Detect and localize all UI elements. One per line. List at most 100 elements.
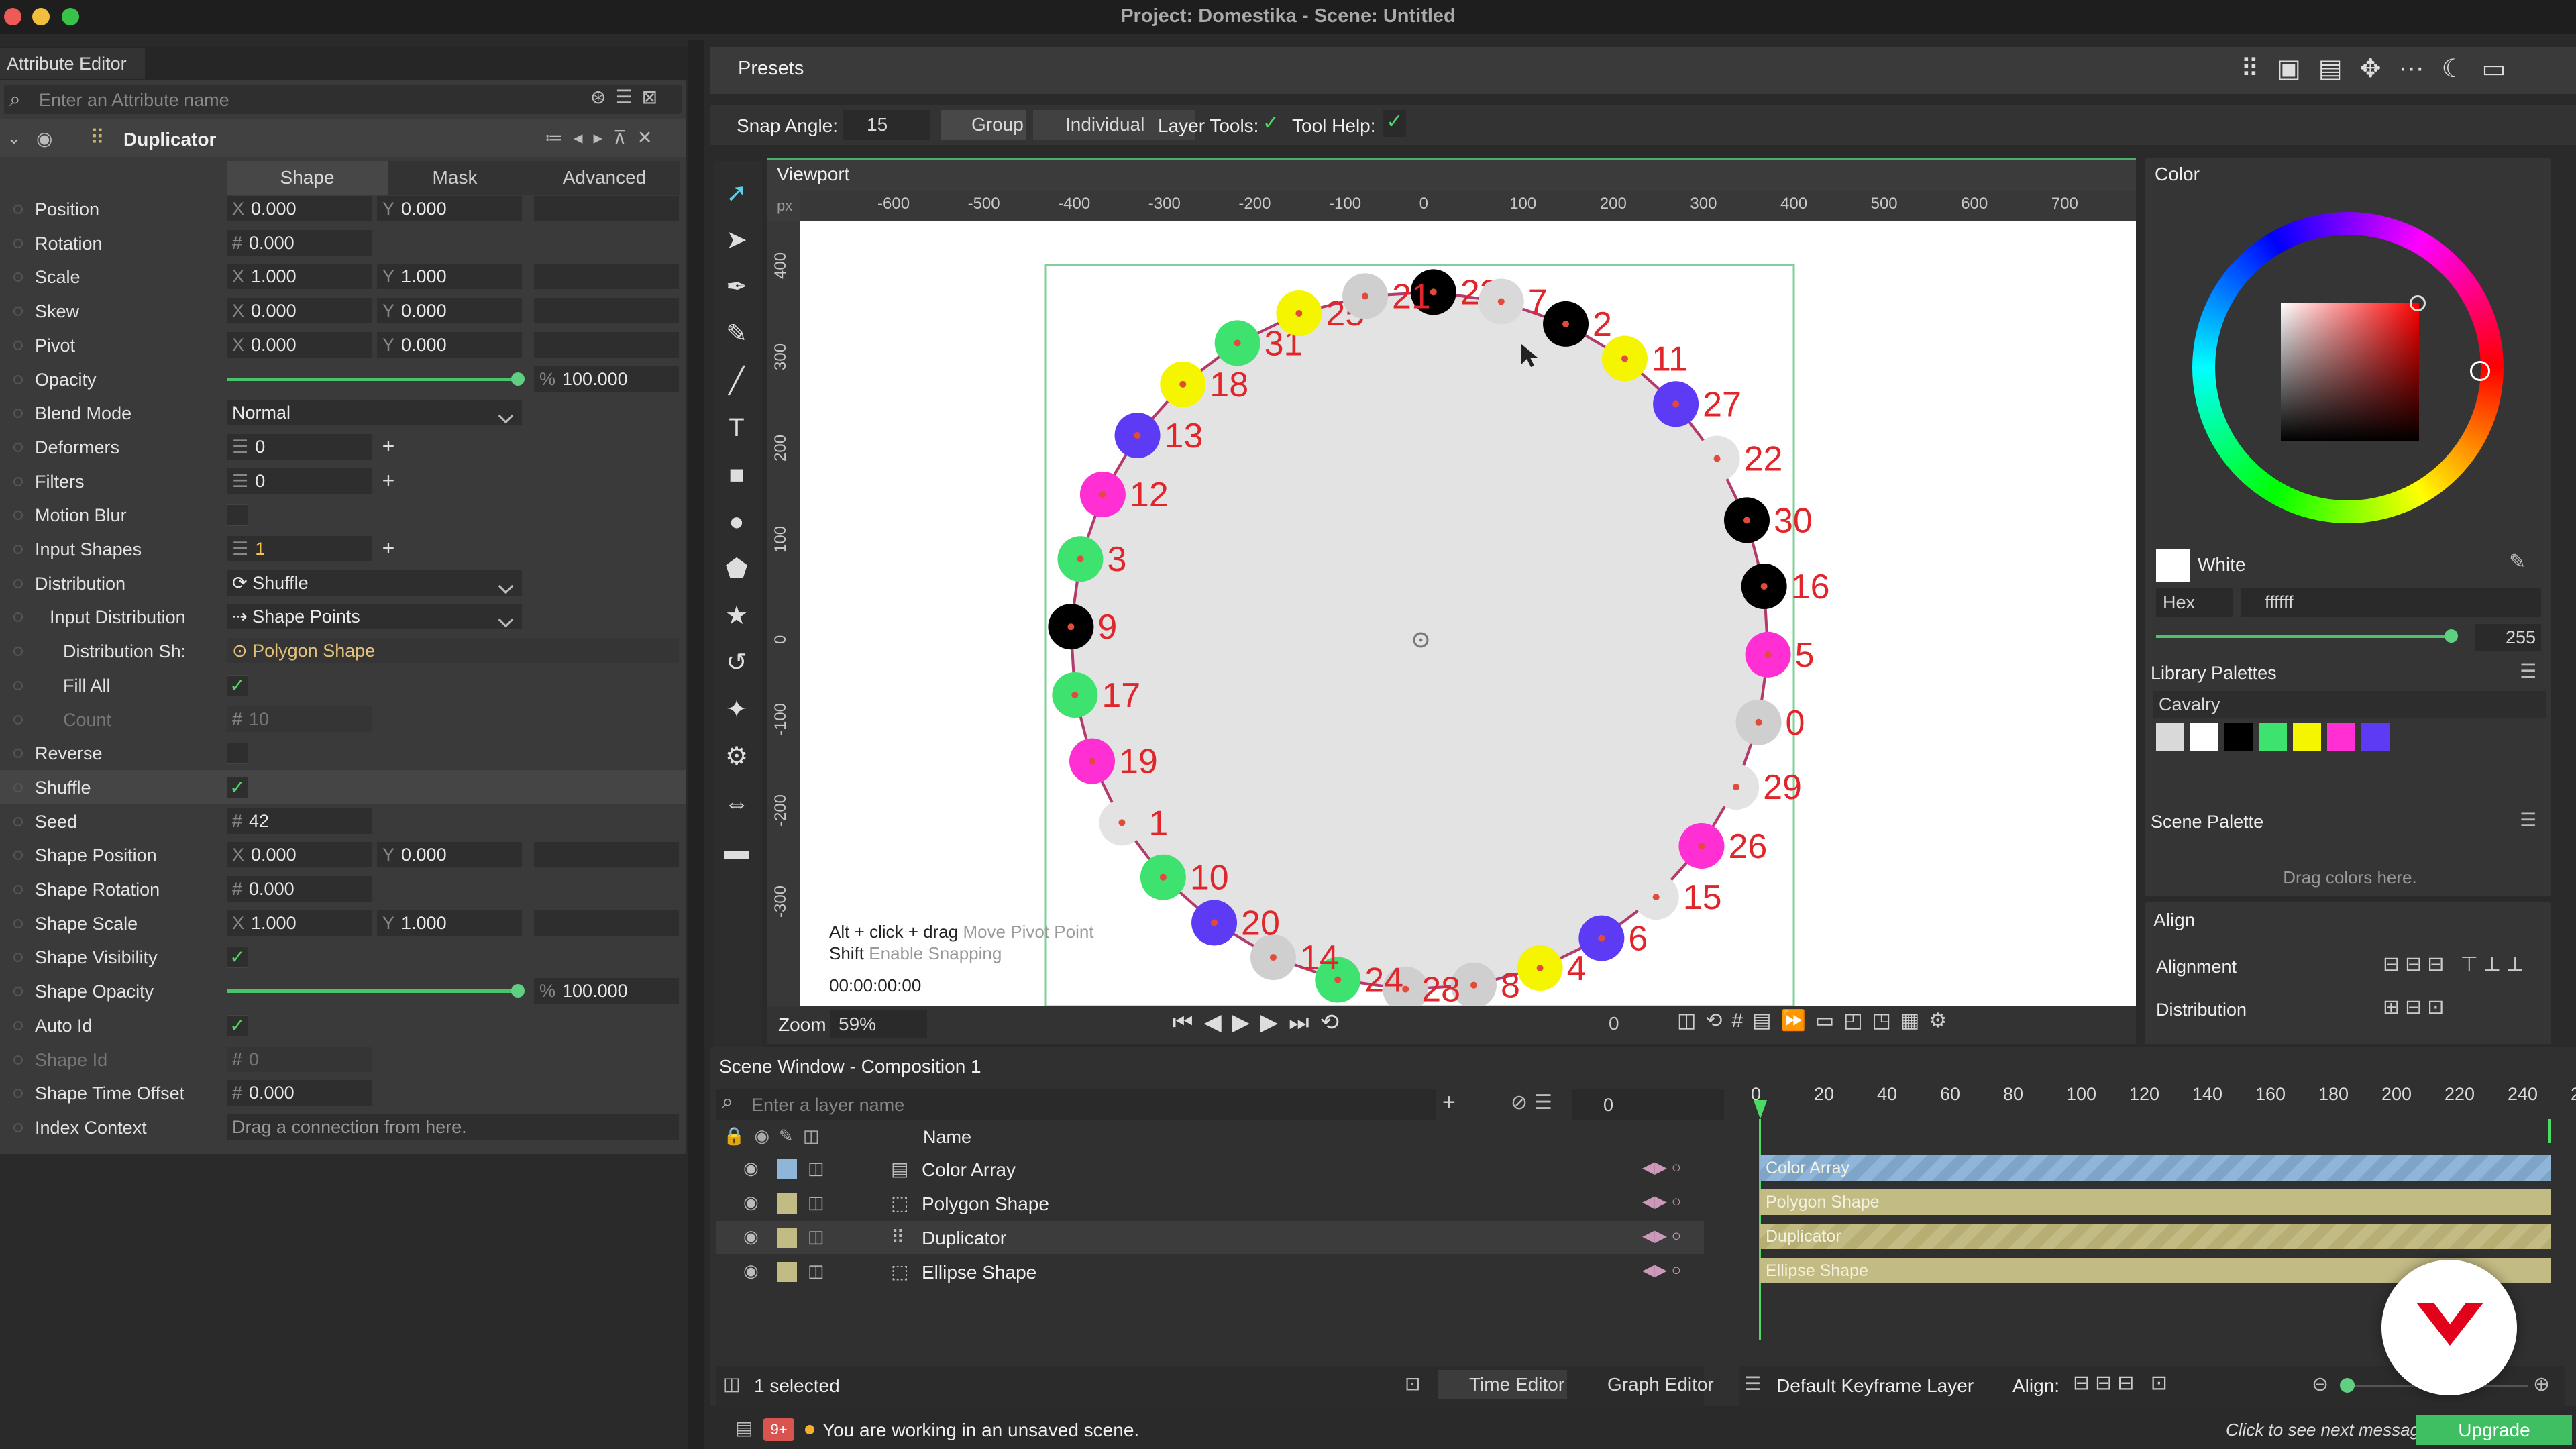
alpha-input[interactable]: 255 xyxy=(2475,624,2541,651)
star-tool-icon[interactable]: ★ xyxy=(720,600,753,632)
x-field[interactable]: X 1.000 xyxy=(227,910,372,936)
pencil-tool-icon[interactable]: ✎ xyxy=(720,318,753,350)
count-field[interactable]: ☰ 0 xyxy=(227,468,372,494)
distribution-shape-field[interactable]: ⊙ Polygon Shape xyxy=(227,638,679,664)
timeline-bar[interactable]: Polygon Shape xyxy=(1760,1189,2551,1215)
library-menu-icon[interactable]: ☰ xyxy=(2520,660,2536,682)
layer-tools-checkbox[interactable]: ✓ xyxy=(1263,111,1279,135)
y-field[interactable]: Y 0.000 xyxy=(377,298,522,324)
value-field[interactable]: #0.000 xyxy=(227,229,372,256)
checkbox[interactable]: ✓ xyxy=(227,674,248,696)
saturation-square[interactable] xyxy=(2281,303,2419,441)
keyframe-dot-icon[interactable] xyxy=(13,647,23,657)
keyframe-dot-icon[interactable] xyxy=(13,238,23,248)
playback-controls[interactable]: ⏮◀▶▶⏭⟲ xyxy=(1173,1009,1350,1036)
keyframe-dot-icon[interactable] xyxy=(13,409,23,419)
gear-tool-icon[interactable]: ⚙ xyxy=(720,741,753,773)
layer-flags-icon[interactable]: ◀▶ ○ xyxy=(1642,1226,1681,1246)
value-field[interactable]: #0.000 xyxy=(227,876,372,902)
add-icon[interactable]: + xyxy=(377,435,400,458)
layer-color-tag[interactable] xyxy=(777,1228,797,1248)
layer-row[interactable]: ◉ ◫ ▤ Color Array ◀▶ ○ xyxy=(716,1152,1704,1186)
checkbox[interactable]: ✓ xyxy=(227,776,248,798)
current-color-swatch[interactable] xyxy=(2156,549,2190,582)
layer-row[interactable]: ◉ ◫ ⬚ Polygon Shape ◀▶ ○ xyxy=(716,1187,1704,1220)
y-field[interactable]: Y 1.000 xyxy=(377,910,522,936)
keyframe-dot-icon[interactable] xyxy=(13,1122,23,1132)
y-field[interactable]: Y 0.000 xyxy=(377,331,522,358)
opacity-slider-knob[interactable] xyxy=(511,984,525,998)
line-tool-icon[interactable]: ╱ xyxy=(720,365,753,397)
add-icon[interactable]: + xyxy=(377,470,400,492)
keyframe-dot-icon[interactable] xyxy=(13,340,23,350)
tab-mask[interactable]: Mask xyxy=(388,161,522,195)
layer-header-icons[interactable]: ≔◂▸⊼✕ xyxy=(545,127,663,148)
eye-icon[interactable]: ◉ xyxy=(743,1226,759,1247)
timeline-bar[interactable]: Duplicator xyxy=(1760,1224,2551,1249)
z-field[interactable] xyxy=(534,331,679,358)
color-picker-handle[interactable] xyxy=(2410,295,2426,311)
timeline-zoom-knob[interactable] xyxy=(2340,1378,2355,1393)
keyframe-dot-icon[interactable] xyxy=(13,918,23,928)
out-point-marker[interactable] xyxy=(2548,1119,2551,1143)
rectangle-tool-icon[interactable]: ■ xyxy=(720,459,753,491)
hex-input[interactable]: ffffff xyxy=(2241,588,2541,617)
keyframe-dot-icon[interactable] xyxy=(13,307,23,317)
timeline-align-buttons[interactable]: ⊟⊟⊟ ⊡ xyxy=(2073,1371,2173,1395)
keyframe-dot-icon[interactable] xyxy=(13,511,23,521)
value-field[interactable]: #0.000 xyxy=(227,1080,372,1106)
collapse-chevron-icon[interactable]: ⌄ xyxy=(7,127,21,148)
tab-advanced[interactable]: Advanced xyxy=(534,161,675,195)
keyframe-dot-icon[interactable] xyxy=(13,953,23,963)
eye-icon[interactable]: ◉ xyxy=(743,1158,759,1179)
graph-editor-button[interactable]: Graph Editor xyxy=(1579,1370,1723,1399)
time-editor-button[interactable]: Time Editor xyxy=(1438,1370,1567,1399)
palette-swatch[interactable] xyxy=(2156,723,2184,751)
upgrade-button[interactable]: Upgrade xyxy=(2416,1415,2572,1445)
value-field[interactable]: #0 xyxy=(227,1046,372,1072)
zoom-out-icon[interactable]: ⊖ xyxy=(2312,1373,2328,1396)
next-message-link[interactable]: Click to see next message xyxy=(2226,1419,2429,1440)
zoom-select[interactable]: 59% xyxy=(830,1010,927,1038)
keyframe-dot-icon[interactable] xyxy=(13,987,23,997)
group-toggle[interactable]: Group xyxy=(941,110,1026,140)
direct-select-tool-icon[interactable]: ➤ xyxy=(720,224,753,256)
palette-swatch[interactable] xyxy=(2190,723,2218,751)
palette-swatch[interactable] xyxy=(2293,723,2321,751)
dropdown[interactable]: ⟳ Shuffle xyxy=(227,570,522,596)
alpha-slider[interactable] xyxy=(2156,635,2451,638)
keyframe-dot-icon[interactable] xyxy=(13,816,23,826)
z-field[interactable] xyxy=(534,264,679,290)
layer-row[interactable]: ◉ ◫ ⠿ Duplicator ◀▶ ○ xyxy=(716,1221,1704,1254)
keyframe-layer-label[interactable]: Default Keyframe Layer xyxy=(1776,1375,1974,1397)
layer-color-tag[interactable] xyxy=(777,1159,797,1179)
fit-icon[interactable]: ⊡ xyxy=(1405,1373,1420,1395)
checkbox[interactable]: ✓ xyxy=(227,1014,248,1036)
message-icon[interactable]: ▤ xyxy=(735,1417,753,1439)
z-field[interactable] xyxy=(534,298,679,324)
alignment-buttons[interactable]: ⊟⊟⊟ ⊤⊥⊥ xyxy=(2383,953,2529,976)
tab-attribute-editor[interactable]: Attribute Editor xyxy=(0,48,145,79)
count-field[interactable]: ☰ 1 xyxy=(227,536,372,561)
checkbox[interactable]: ✓ xyxy=(227,947,248,969)
keyframe-dot-icon[interactable] xyxy=(13,1055,23,1065)
keyframe-dot-icon[interactable] xyxy=(13,749,23,759)
ellipse-tool-icon[interactable]: ● xyxy=(720,506,753,538)
pen-tool-icon[interactable]: ✒ xyxy=(720,271,753,303)
search-options-icons[interactable]: ⊛☰⊠ xyxy=(590,86,682,113)
layer-flags-icon[interactable]: ◀▶ ○ xyxy=(1642,1260,1681,1280)
y-field[interactable]: Y 0.000 xyxy=(377,842,522,868)
keyframe-dot-icon[interactable] xyxy=(13,374,23,384)
scene-palette-drop-zone[interactable]: Drag colors here. xyxy=(2153,844,2546,891)
palette-select[interactable]: Cavalry xyxy=(2153,691,2546,718)
keyframe-dot-icon[interactable] xyxy=(13,782,23,792)
keyframe-dot-icon[interactable] xyxy=(13,714,23,724)
zoom-in-icon[interactable]: ⊕ xyxy=(2533,1373,2550,1396)
scene-filter-icons[interactable]: ⊘☰ xyxy=(1511,1091,1559,1114)
x-field[interactable]: X 0.000 xyxy=(227,298,372,324)
opacity-slider-knob[interactable] xyxy=(511,372,525,386)
snap-angle-input[interactable]: 15 xyxy=(843,110,930,140)
checkbox[interactable] xyxy=(227,504,248,527)
keyframe-dot-icon[interactable] xyxy=(13,205,23,214)
x-field[interactable]: X 0.000 xyxy=(227,842,372,868)
